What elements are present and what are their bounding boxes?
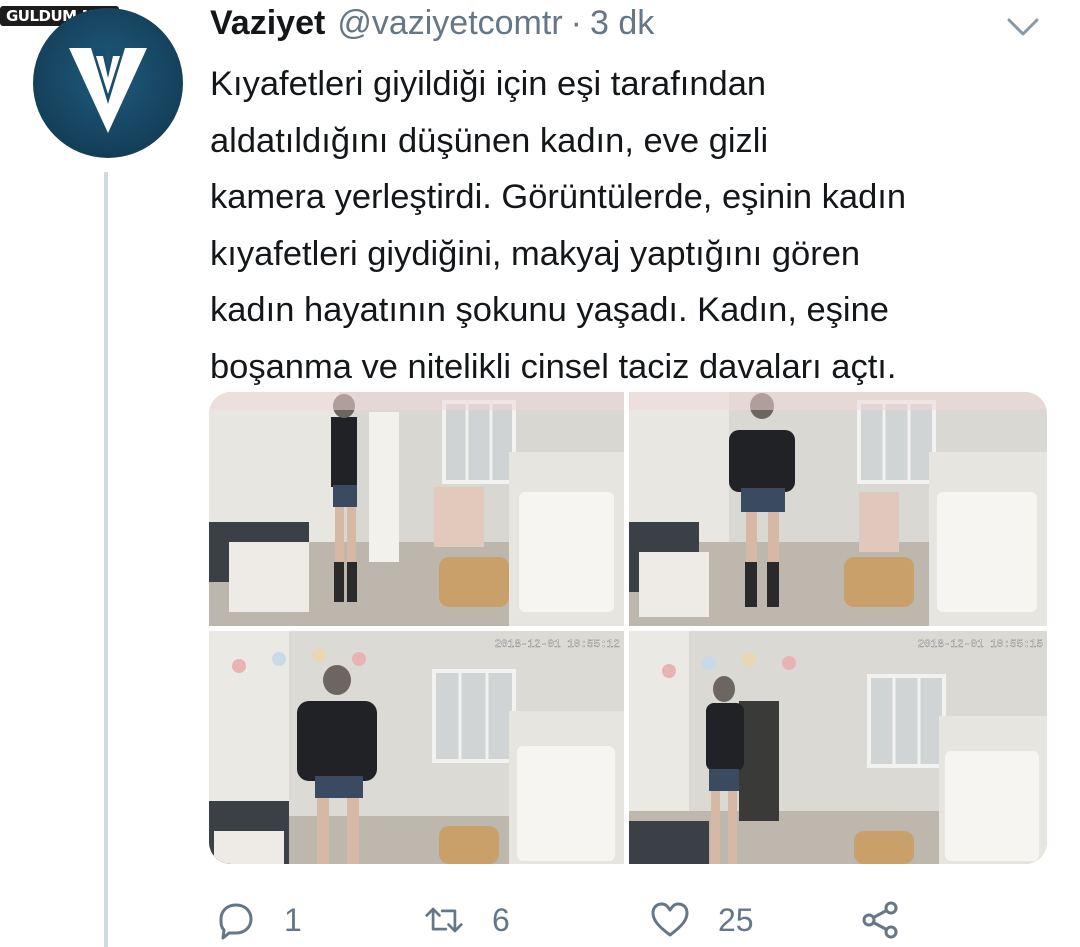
camera-timestamp: 2018-12-01 10:55:15 (918, 639, 1043, 651)
header-separator: · (570, 4, 582, 42)
media-photo-3[interactable]: 2018-12-01 10:55:12 (209, 631, 624, 864)
reply-count: 1 (284, 901, 302, 938)
share-icon (862, 901, 898, 939)
user-handle[interactable]: @vaziyetcomtr (337, 4, 562, 43)
profile-avatar[interactable] (33, 8, 183, 158)
like-count: 25 (718, 901, 754, 938)
tweet-actions: 1 6 25 (210, 890, 1050, 947)
share-button[interactable] (860, 890, 900, 947)
tweet-text-line: aldatıldığını düşünen kadın, eve gizli (210, 121, 769, 160)
retweet-icon (425, 907, 463, 933)
tweet-time[interactable]: 3 dk (590, 4, 654, 43)
tweet-text-line: boşanma ve nitelikli cinsel taciz davala… (210, 347, 897, 386)
display-name[interactable]: Vaziyet (210, 4, 325, 43)
like-button[interactable]: 25 (650, 890, 754, 947)
thread-line (104, 172, 108, 947)
media-photo-2[interactable] (629, 392, 1047, 626)
tweet-text-line: kıyafetleri giydiğini, makyaj yaptığını … (210, 234, 861, 273)
tweet-text-line: kadın hayatının şokunu yaşadı. Kadın, eş… (210, 291, 889, 329)
tweet-header: Vaziyet @vaziyetcomtr · 3 dk (210, 4, 654, 48)
media-photo-4[interactable]: 2018-12-01 10:55:15 (629, 631, 1047, 864)
media-photo-1[interactable] (209, 392, 624, 626)
vaziyet-logo-icon (69, 48, 147, 133)
tweet-text: Kıyafetleri giyildiği için eşi tarafında… (210, 56, 1050, 395)
heart-icon (651, 902, 689, 937)
tweet-text-line: Kıyafetleri giyildiği için eşi tarafında… (210, 65, 767, 103)
reply-button[interactable]: 1 (216, 890, 302, 947)
camera-timestamp: 2018-12-01 10:55:12 (495, 639, 620, 651)
tweet-menu-button[interactable] (1005, 12, 1041, 42)
media-grid: 2018-12-01 10:55:12 2018-12-01 10:55:15 (209, 392, 1047, 864)
chevron-down-icon (1007, 18, 1039, 36)
tweet-text-line: kamera yerleştirdi. Görüntülerde, eşinin… (210, 178, 907, 216)
retweet-button[interactable]: 6 (424, 890, 510, 947)
reply-icon (219, 903, 253, 940)
retweet-count: 6 (492, 901, 510, 938)
